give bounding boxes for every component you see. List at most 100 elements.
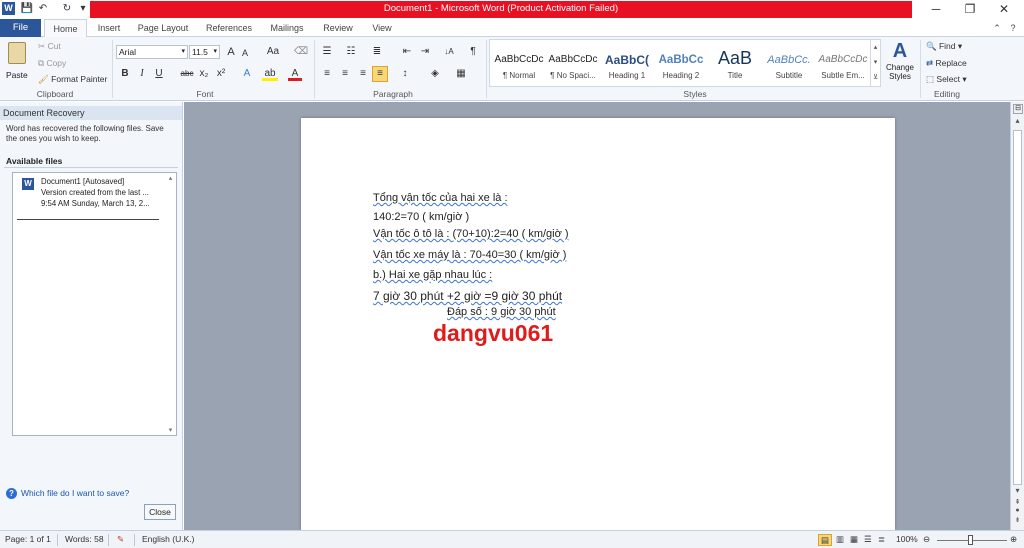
divider xyxy=(57,534,58,546)
line-spacing-icon[interactable]: ↕ xyxy=(398,67,412,81)
print-layout-view-icon[interactable]: ▤ xyxy=(818,534,832,546)
multilevel-list-icon[interactable]: ≣ xyxy=(370,45,384,59)
restore-button[interactable]: ❐ xyxy=(952,0,988,19)
shading-icon[interactable]: ◈ xyxy=(428,67,442,81)
italic-button[interactable]: I xyxy=(135,67,149,81)
justify-icon[interactable]: ≡ xyxy=(372,66,388,82)
font-name-combo[interactable]: Arial ▾ xyxy=(116,45,188,59)
align-center-icon[interactable]: ≡ xyxy=(338,67,352,81)
tab-mailings[interactable]: Mailings xyxy=(264,19,310,37)
grow-font-icon[interactable]: A xyxy=(224,45,238,59)
bullets-icon[interactable]: ☰ xyxy=(320,45,334,59)
style-title[interactable]: AaB Title xyxy=(708,43,762,87)
strikethrough-button[interactable]: abc xyxy=(178,67,196,81)
select-button[interactable]: ⬚ Select ▾ xyxy=(926,74,967,85)
style-heading-1[interactable]: AaBbC(Heading 1 xyxy=(600,43,654,87)
close-window-button[interactable]: ✕ xyxy=(986,0,1022,19)
save-icon[interactable]: 💾 xyxy=(20,2,34,16)
shrink-font-icon[interactable]: A xyxy=(238,46,252,60)
document-page[interactable]: Tổng vận tốc của hai xe là : 140:2=70 ( … xyxy=(301,118,895,530)
show-formatting-marks-icon[interactable]: ¶ xyxy=(466,45,480,59)
text-effects-icon[interactable]: A xyxy=(240,67,254,81)
zoom-slider-thumb[interactable] xyxy=(968,535,973,545)
tab-home[interactable]: Home xyxy=(44,19,87,38)
previous-page-icon[interactable]: ⇞ xyxy=(1011,498,1024,506)
style-no-spacing[interactable]: AaBbCcDc ¶ No Spaci... xyxy=(546,43,600,87)
tab-insert[interactable]: Insert xyxy=(90,19,128,37)
align-right-icon[interactable]: ≡ xyxy=(356,67,370,81)
language[interactable]: English (U.K.) xyxy=(142,534,194,544)
scroll-down-icon[interactable]: ▾ xyxy=(1011,486,1024,495)
zoom-out-icon[interactable]: ⊖ xyxy=(923,534,930,545)
format-painter-button[interactable]: 🖌 Format Painter xyxy=(38,74,107,85)
highlight-icon[interactable]: ab xyxy=(262,67,278,81)
undo-icon[interactable]: ↶ xyxy=(36,2,50,16)
decrease-indent-icon[interactable]: ⇤ xyxy=(400,45,414,59)
browse-object-icon[interactable]: ● xyxy=(1011,507,1024,514)
subscript-button[interactable]: x₂ xyxy=(197,67,211,81)
underline-button[interactable]: U xyxy=(152,67,166,81)
find-button[interactable]: 🔍 Find ▾ xyxy=(926,41,962,52)
font-group-label: Font xyxy=(196,89,214,99)
outline-view-icon[interactable]: ☰ xyxy=(864,534,872,545)
replace-button[interactable]: ⇄ Replace xyxy=(926,58,967,69)
paste-button[interactable]: Paste xyxy=(4,40,32,86)
superscript-button[interactable]: x² xyxy=(214,67,228,81)
doc-line-3: Vận tốc ô tô là : (70+10):2=40 ( km/giờ … xyxy=(373,228,569,240)
zoom-in-icon[interactable]: ⊕ xyxy=(1010,534,1017,545)
word-count[interactable]: Words: 58 xyxy=(65,534,104,544)
draft-view-icon[interactable]: ≣ xyxy=(878,534,885,545)
doc-signature: dangvu061 xyxy=(433,320,554,346)
scroll-down-icon[interactable]: ▾ xyxy=(166,426,175,434)
paintbrush-icon: 🖌 xyxy=(38,74,52,84)
align-left-icon[interactable]: ≡ xyxy=(320,67,334,81)
proofing-icon[interactable]: ✎ xyxy=(117,534,124,545)
group-divider xyxy=(920,40,921,98)
word-app-icon[interactable]: W xyxy=(2,2,15,15)
numbering-icon[interactable]: ☷ xyxy=(344,45,358,59)
scroll-thumb[interactable] xyxy=(1013,130,1022,485)
minimize-ribbon-icon[interactable]: ⌃ xyxy=(990,19,1004,37)
style-normal[interactable]: AaBbCcDc ¶ Normal xyxy=(492,43,546,87)
clear-formatting-icon[interactable]: ⌫ xyxy=(294,45,308,59)
sort-icon[interactable]: ↓A xyxy=(440,45,458,59)
paragraph-group-label: Paragraph xyxy=(373,89,413,99)
tab-view[interactable]: View xyxy=(366,19,398,37)
help-icon[interactable]: ? xyxy=(1006,19,1020,37)
status-bar: Page: 1 of 1 Words: 58 ✎ English (U.K.) … xyxy=(0,530,1024,548)
file-list-scrollbar[interactable]: ▴ ▾ xyxy=(166,174,175,434)
tab-page-layout[interactable]: Page Layout xyxy=(134,19,192,37)
full-screen-reading-icon[interactable]: ▥ xyxy=(836,534,844,545)
font-color-icon[interactable]: A xyxy=(288,67,302,81)
minimize-button[interactable]: ─ xyxy=(918,0,954,19)
ruler-toggle-icon[interactable]: ⊟ xyxy=(1013,104,1023,114)
borders-icon[interactable]: ▦ xyxy=(454,67,468,81)
font-size-combo[interactable]: 11.5 ▾ xyxy=(189,45,220,59)
zoom-level[interactable]: 100% xyxy=(896,534,918,544)
style-subtle-emphasis[interactable]: AaBbCcDc Subtle Em... xyxy=(816,43,870,87)
tab-references[interactable]: References xyxy=(200,19,258,37)
web-layout-icon[interactable]: ▦ xyxy=(850,534,858,545)
document-vertical-scrollbar[interactable]: ⊟ ▴ ▾ ⇞ ● ⇟ xyxy=(1010,102,1024,530)
tab-review[interactable]: Review xyxy=(318,19,358,37)
page-count[interactable]: Page: 1 of 1 xyxy=(5,534,51,544)
increase-indent-icon[interactable]: ⇥ xyxy=(418,45,432,59)
style-heading-2[interactable]: AaBbCc Heading 2 xyxy=(654,43,708,87)
scroll-up-icon[interactable]: ▴ xyxy=(166,174,175,182)
which-file-help-link[interactable]: ? Which file do I want to save? xyxy=(6,488,129,499)
recovered-file-item[interactable]: W Document1 [Autosaved] Version created … xyxy=(17,177,163,213)
cut-button[interactable]: ✂ Cut xyxy=(38,41,61,52)
change-case-icon[interactable]: Aa xyxy=(264,45,282,59)
next-page-icon[interactable]: ⇟ xyxy=(1011,516,1024,524)
available-files-heading: Available files xyxy=(6,156,63,166)
style-subtitle[interactable]: AaBbCc. Subtitle xyxy=(762,43,816,87)
scroll-up-icon[interactable]: ▴ xyxy=(1011,116,1024,125)
styles-scroll[interactable]: ▴ ▾ ⊻ xyxy=(870,40,880,86)
change-styles-button[interactable]: A Change Styles xyxy=(884,39,916,87)
tab-file[interactable]: File xyxy=(0,19,41,37)
close-pane-button[interactable]: Close xyxy=(144,504,176,520)
copy-button[interactable]: ⧉ Copy xyxy=(38,58,66,69)
bold-button[interactable]: B xyxy=(118,67,132,81)
customize-toolbar-icon[interactable]: ▾ xyxy=(76,2,90,16)
redo-icon[interactable]: ↻ xyxy=(60,2,74,16)
